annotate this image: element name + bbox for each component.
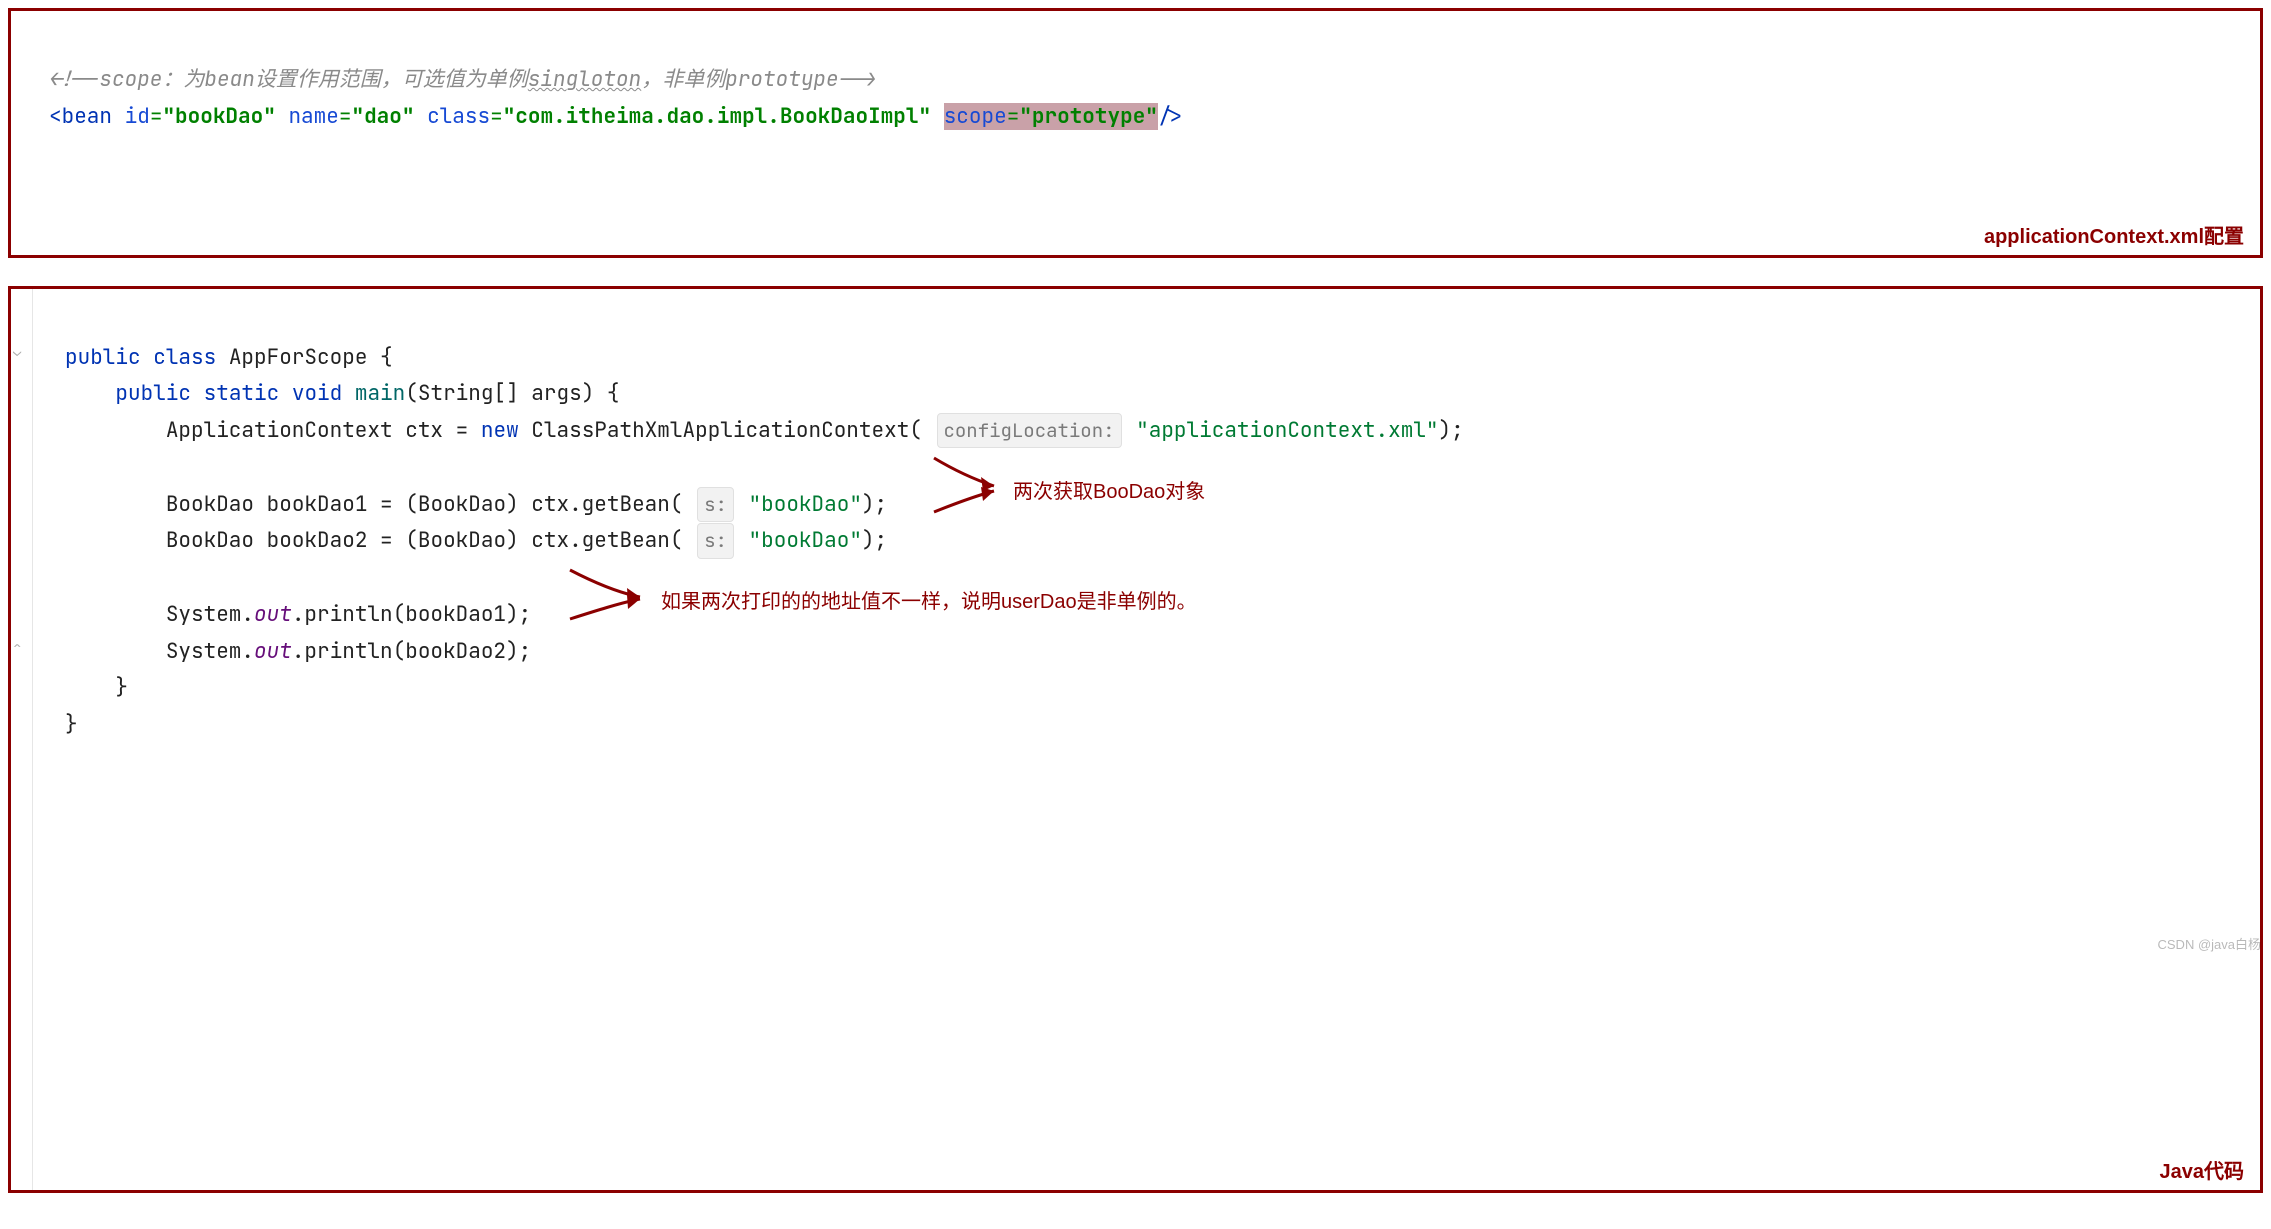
- assign: =: [380, 527, 393, 554]
- arrow-icon: [929, 487, 1009, 527]
- annotation-1: 两次获取BooDao对象: [1013, 475, 1205, 510]
- brace-close: }: [115, 674, 128, 701]
- param: String[] args: [418, 380, 582, 407]
- paren: ): [582, 380, 595, 407]
- kw-public: public: [115, 380, 191, 407]
- assign: =: [380, 491, 393, 518]
- xml-tag-bean: bean: [62, 103, 112, 130]
- type-bookdao: BookDao: [166, 527, 254, 554]
- sys: System.: [166, 638, 254, 665]
- println2: .println(bookDao2);: [292, 638, 531, 665]
- attr-name: name: [288, 103, 338, 130]
- out-field: out: [254, 638, 292, 665]
- kw-public: public: [65, 344, 141, 371]
- type-bookdao: BookDao: [166, 491, 254, 518]
- xml-comment: <!--scope：为bean设置作用范围，可选值为单例singloton，非单…: [49, 66, 876, 93]
- attr-id: id: [125, 103, 150, 130]
- eq: =: [339, 103, 352, 130]
- var-ctx: ctx: [405, 417, 443, 444]
- cast: (BookDao): [405, 491, 518, 518]
- println1: .println(bookDao1);: [292, 601, 531, 628]
- param-hint: s:: [697, 487, 734, 522]
- var-bd2: bookDao2: [267, 527, 368, 554]
- val-class: "com.itheima.dao.impl.BookDaoImpl": [503, 103, 931, 130]
- kw-void: void: [292, 380, 342, 407]
- attr-class: class: [427, 103, 490, 130]
- java-code: public class AppForScope { public static…: [11, 289, 2260, 1190]
- close-call: );: [862, 491, 887, 518]
- panel-label-java: Java代码: [2160, 1155, 2245, 1184]
- close-call: );: [862, 527, 887, 554]
- string-appctx: "applicationContext.xml": [1136, 417, 1438, 444]
- kw-new: new: [481, 417, 519, 444]
- class-name: AppForScope: [229, 344, 368, 371]
- eq: =: [490, 103, 503, 130]
- param-hint: s:: [697, 523, 734, 558]
- string-bookdao: "bookDao": [749, 527, 862, 554]
- highlight-scope: scope="prototype": [944, 103, 1158, 130]
- cast: (BookDao): [405, 527, 518, 554]
- attr-scope: scope: [944, 103, 1007, 130]
- java-code-panel: ⌄ ⌃ public class AppForScope { public st…: [8, 286, 2263, 1193]
- sys: System.: [166, 601, 254, 628]
- ctx-getbean: ctx.getBean(: [531, 491, 682, 518]
- assign: =: [456, 417, 469, 444]
- out-field: out: [254, 601, 292, 628]
- brace: {: [380, 344, 393, 371]
- xml-open-bracket: <: [49, 103, 62, 130]
- type-cpxac: ClassPathXmlApplicationContext: [531, 417, 909, 444]
- eq: =: [150, 103, 163, 130]
- kw-static: static: [204, 380, 280, 407]
- panel-label-xml: applicationContext.xml配置: [1984, 220, 2244, 249]
- var-bd1: bookDao1: [267, 491, 368, 518]
- type-appctx: ApplicationContext: [166, 417, 393, 444]
- fn-main: main: [355, 380, 405, 407]
- eq: =: [1007, 103, 1020, 130]
- val-scope: "prototype": [1019, 103, 1158, 130]
- annotation-2: 如果两次打印的的地址值不一样，说明userDao是非单例的。: [661, 585, 1197, 620]
- paren: (: [405, 380, 418, 407]
- brace: {: [607, 380, 620, 407]
- val-id: "bookDao": [162, 103, 275, 130]
- semi: );: [1439, 417, 1464, 444]
- watermark: CSDN @java白杨: [2158, 934, 2262, 953]
- kw-class: class: [153, 344, 216, 371]
- val-name: "dao": [351, 103, 414, 130]
- xml-code: <!--scope：为bean设置作用范围，可选值为单例singloton，非单…: [11, 11, 2260, 255]
- xml-self-close: />: [1158, 103, 1183, 130]
- string-bookdao: "bookDao": [749, 491, 862, 518]
- ctx-getbean: ctx.getBean(: [531, 527, 682, 554]
- brace-close: }: [65, 711, 78, 738]
- xml-config-panel: <!--scope：为bean设置作用范围，可选值为单例singloton，非单…: [8, 8, 2263, 258]
- arrow-icon: [565, 595, 655, 629]
- param-hint: configLocation:: [937, 413, 1122, 448]
